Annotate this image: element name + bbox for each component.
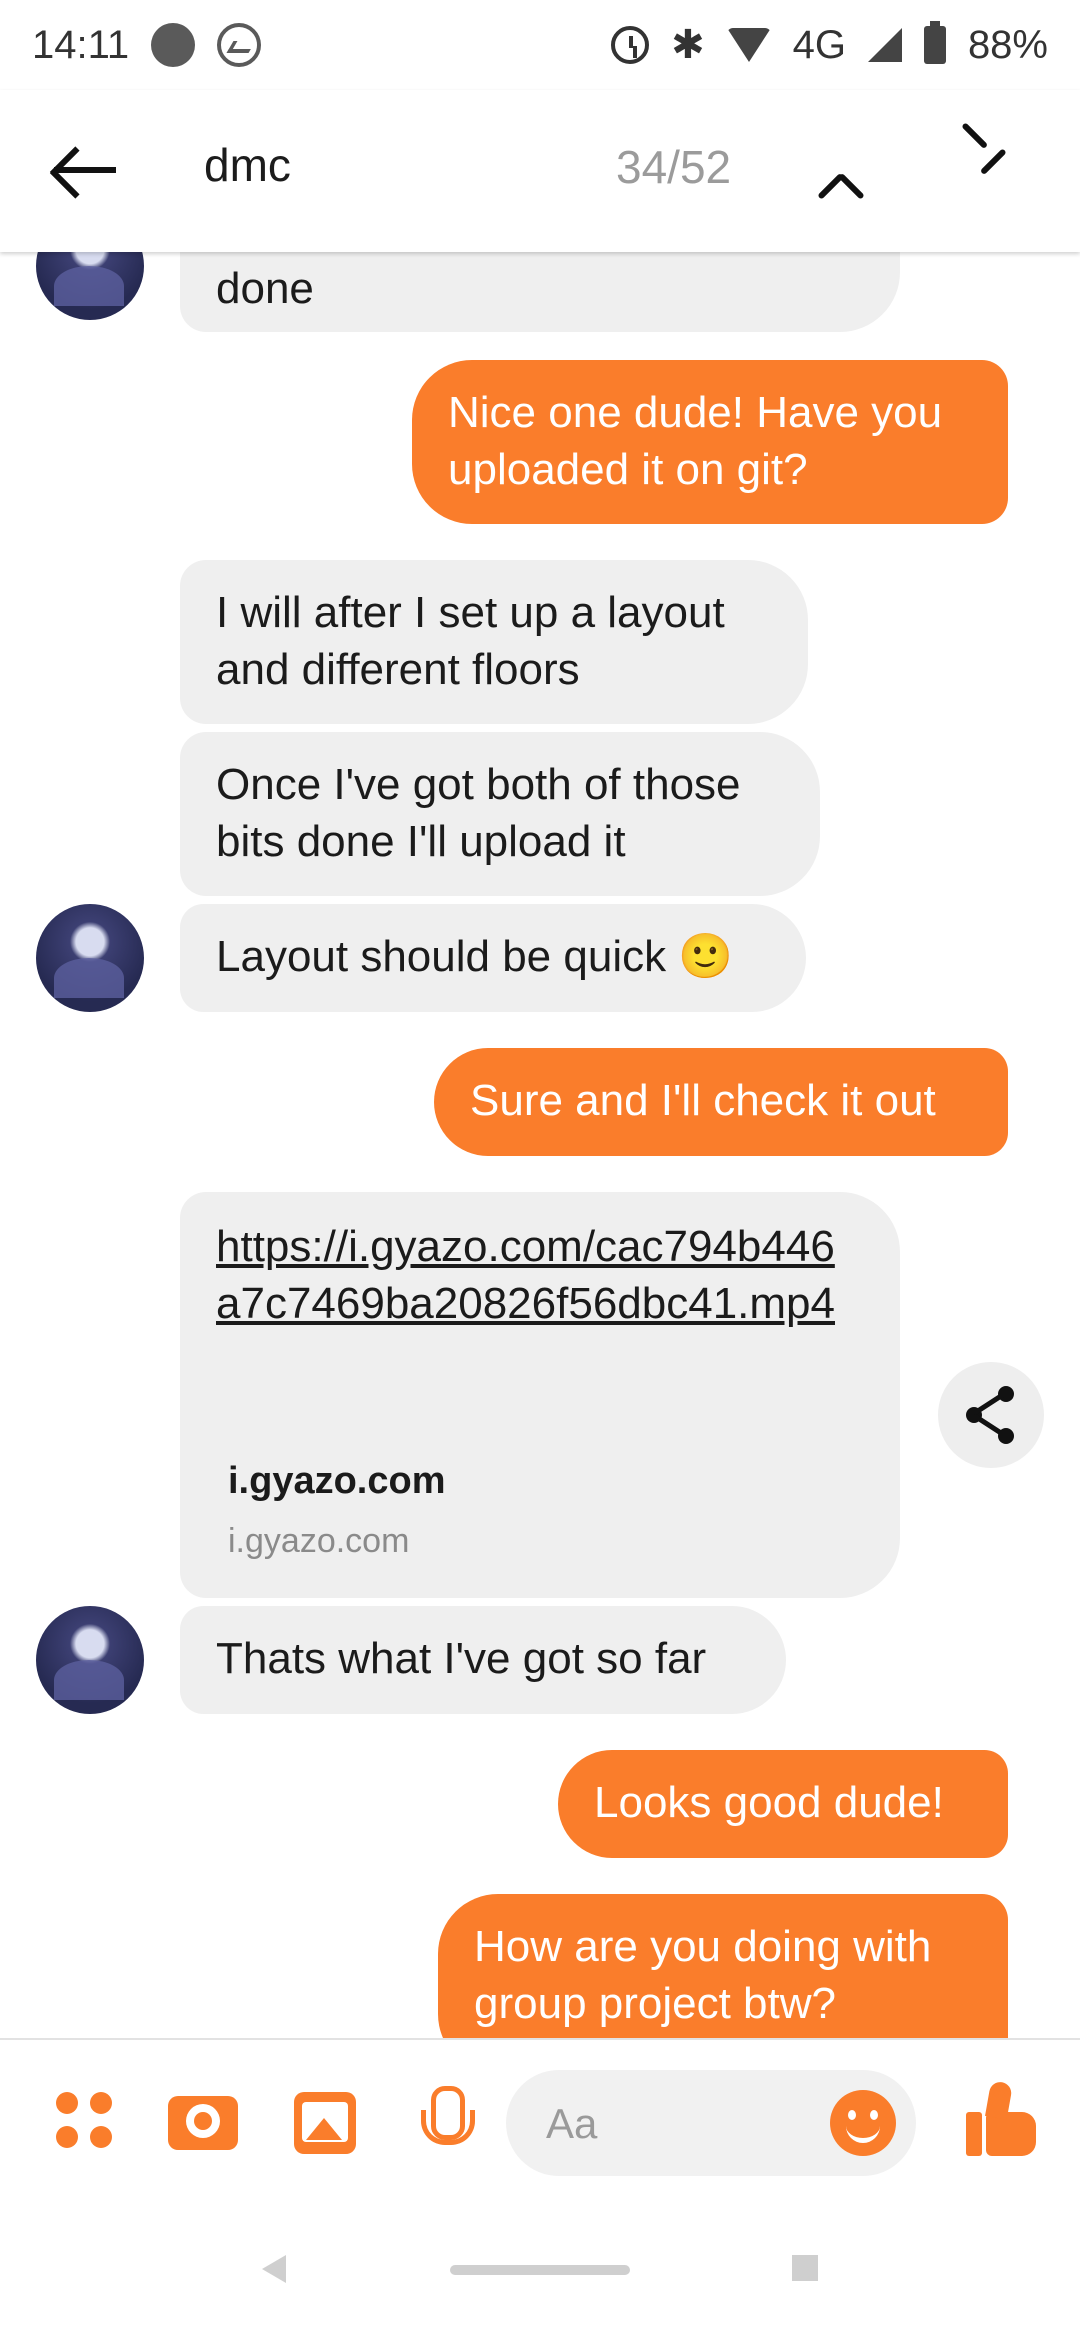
message-composer: Aa — [0, 2038, 1080, 2200]
message-incoming[interactable]: I will after I set up a layout and diffe… — [180, 560, 808, 724]
battery-percent: 88% — [967, 22, 1048, 67]
message-outgoing[interactable]: Looks good dude! — [558, 1750, 1008, 1858]
nav-back-icon[interactable] — [262, 2255, 286, 2283]
match-counter: 34/52 — [616, 141, 732, 193]
share-icon[interactable] — [938, 1362, 1044, 1468]
thumbs-up-icon[interactable] — [966, 2080, 1036, 2156]
gallery-icon[interactable] — [294, 2092, 356, 2154]
chevron-up-icon[interactable] — [817, 152, 866, 200]
link-subhost: i.gyazo.com — [228, 1522, 410, 1560]
link-preview-card[interactable]: https://i.gyazo.com/cac794b446a7c7469ba2… — [180, 1192, 900, 1598]
bluetooth-icon: ✱ — [671, 23, 705, 67]
message-incoming[interactable]: Layout should be quick 🙂 — [180, 904, 806, 1012]
status-icons: ✱ 4G 88% — [611, 21, 1048, 68]
status-bar: 14:11 ✱ 4G 88% — [0, 0, 1080, 90]
message-incoming[interactable]: Thats what I've got so far — [180, 1606, 786, 1714]
link-url[interactable]: https://i.gyazo.com/cac794b446a7c7469ba2… — [216, 1218, 856, 1332]
chevron-down-icon[interactable] — [960, 122, 1008, 184]
link-host: i.gyazo.com — [228, 1460, 446, 1502]
emoji-icon[interactable] — [830, 2090, 896, 2156]
contact-avatar[interactable] — [36, 252, 144, 320]
message-outgoing[interactable]: Sure and I'll check it out — [434, 1048, 1008, 1156]
microphone-icon[interactable] — [418, 2086, 475, 2160]
system-nav-bar — [0, 2200, 1080, 2340]
signal-icon — [867, 28, 902, 62]
status-time: 14:11 — [32, 22, 130, 67]
message-outgoing[interactable]: How are you doing with group project btw… — [438, 1894, 1008, 2038]
nav-home-pill[interactable] — [450, 2265, 630, 2275]
battery-icon — [923, 21, 946, 64]
message-input-placeholder: Aa — [546, 2100, 598, 2147]
back-arrow-icon[interactable] — [48, 140, 118, 200]
contact-avatar[interactable] — [36, 904, 144, 1012]
search-header: dmc 34/52 — [0, 90, 1080, 252]
message-outgoing[interactable]: Nice one dude! Have you uploaded it on g… — [412, 360, 1008, 524]
messenger-icon — [217, 23, 262, 67]
network-type: 4G — [792, 22, 846, 67]
wifi-icon — [726, 28, 771, 62]
message-incoming[interactable]: done — [180, 252, 900, 332]
more-apps-icon[interactable] — [56, 2092, 112, 2148]
nav-recents-icon[interactable] — [792, 2255, 818, 2281]
message-incoming[interactable]: Once I've got both of those bits done I'… — [180, 732, 820, 896]
search-query[interactable]: dmc — [204, 138, 291, 192]
camera-icon[interactable] — [168, 2096, 238, 2150]
record-dot-icon — [151, 23, 196, 67]
alarm-icon — [611, 26, 650, 64]
message-thread[interactable]: done Nice one dude! Have you uploaded it… — [0, 252, 1080, 2038]
contact-avatar[interactable] — [36, 1606, 144, 1714]
